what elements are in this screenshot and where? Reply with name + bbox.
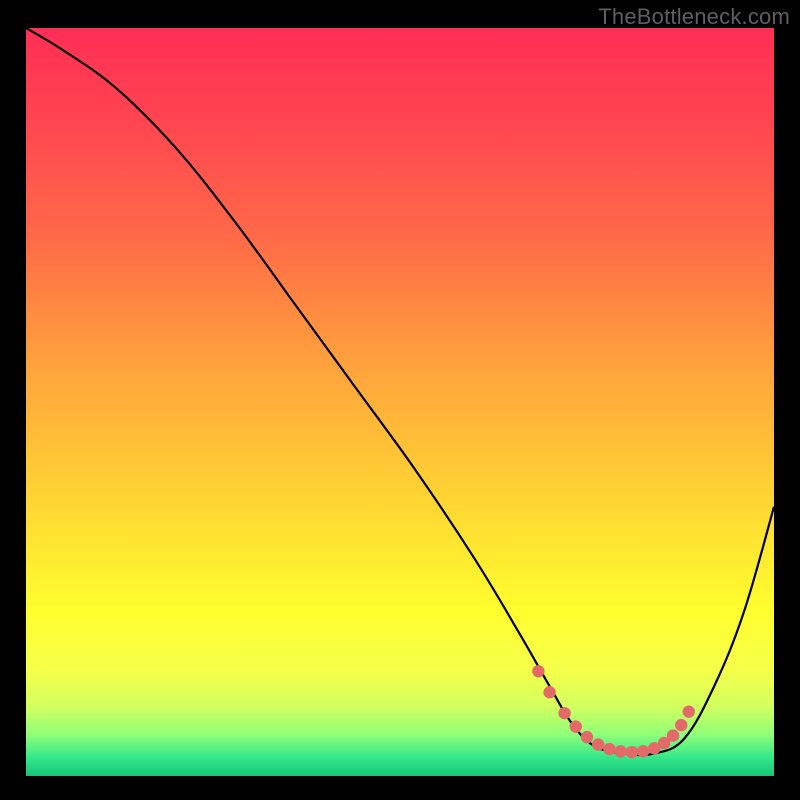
marker-dot — [592, 738, 604, 750]
marker-dot — [683, 705, 695, 717]
marker-dot — [558, 707, 570, 719]
marker-dot — [667, 729, 679, 741]
marker-dot — [581, 731, 593, 743]
marker-dot — [637, 745, 649, 757]
chart-plot — [26, 28, 774, 776]
marker-dot — [532, 665, 544, 677]
gradient-rect — [26, 28, 774, 776]
marker-dot — [543, 686, 555, 698]
marker-dot — [675, 719, 687, 731]
marker-dot — [626, 746, 638, 758]
chart-frame: TheBottleneck.com — [0, 0, 800, 800]
marker-dot — [603, 743, 615, 755]
marker-dot — [614, 745, 626, 757]
watermark-text: TheBottleneck.com — [598, 4, 790, 30]
chart-svg — [26, 28, 774, 776]
marker-dot — [570, 720, 582, 732]
